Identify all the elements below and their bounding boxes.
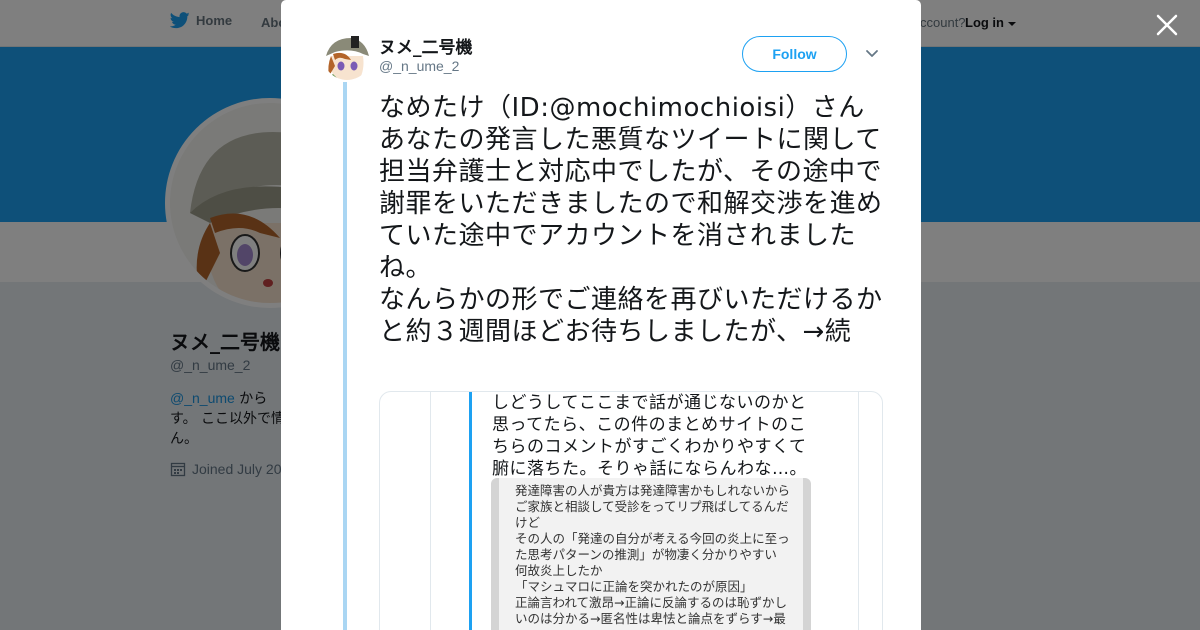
media-embedded-line: 正論言われて激昂→正論に反論するのは恥ずかし [515, 595, 787, 610]
follow-button[interactable]: Follow [742, 36, 847, 72]
media-thread-bar [469, 392, 472, 630]
anime-character-avatar-image [323, 32, 371, 80]
close-button[interactable] [1154, 12, 1180, 38]
media-embedded-line: ご家族と相談して受診をってリプ飛ばしてるんだ [515, 499, 789, 514]
tweet-media-image[interactable]: しどうしてここまで話が通じないのかと思ってたら、この件のまとめサイトのこちらのコ… [379, 391, 883, 630]
media-embedded-line: た思考パターンの推測」が物凄く分かりやすい [515, 547, 777, 562]
tweet-author-handle[interactable]: @_n_ume_2 [379, 58, 459, 74]
tweet-text: なめたけ（ID:@mochimochioisi）さん あなたの発言した悪質なツイ… [379, 93, 883, 347]
media-embedded-line: けど [515, 515, 541, 530]
close-icon [1156, 14, 1178, 36]
tweet-author-name[interactable]: ヌメ_二号機 [379, 33, 473, 58]
tweet-author-avatar[interactable] [323, 32, 371, 80]
media-screenshot-text: しどうしてここまで話が通じないのかと思ってたら、この件のまとめサイトのこちらのコ… [492, 393, 807, 479]
media-embedded-line: いのは分かる→匿名性は卑怯と論点をずらす→最 [515, 611, 786, 626]
media-embedded-line: 何故炎上したか [515, 563, 603, 578]
tweet-modal: ヌメ_二号機 @_n_ume_2 Follow なめたけ（ID:@mochimo… [281, 0, 921, 630]
media-embedded-screenshot: 発達障害の人が貴方は発達障害かもしれないから ご家族と相談して受診をってリプ飛ばし… [491, 478, 811, 630]
thread-line [343, 82, 347, 630]
media-embedded-text: 発達障害の人が貴方は発達障害かもしれないから ご家族と相談して受診をってリプ飛ばし… [515, 483, 795, 627]
more-options-button[interactable] [864, 46, 880, 62]
media-embedded-line: その人の「発達の自分が考える今回の炎上に至っ [515, 531, 790, 546]
media-embedded-line: 「マシュマロに正論を突かれたのが原因」 [515, 579, 753, 594]
chevron-down-icon [866, 50, 878, 57]
media-embedded-line: 発達障害の人が貴方は発達障害かもしれないから [515, 483, 791, 498]
